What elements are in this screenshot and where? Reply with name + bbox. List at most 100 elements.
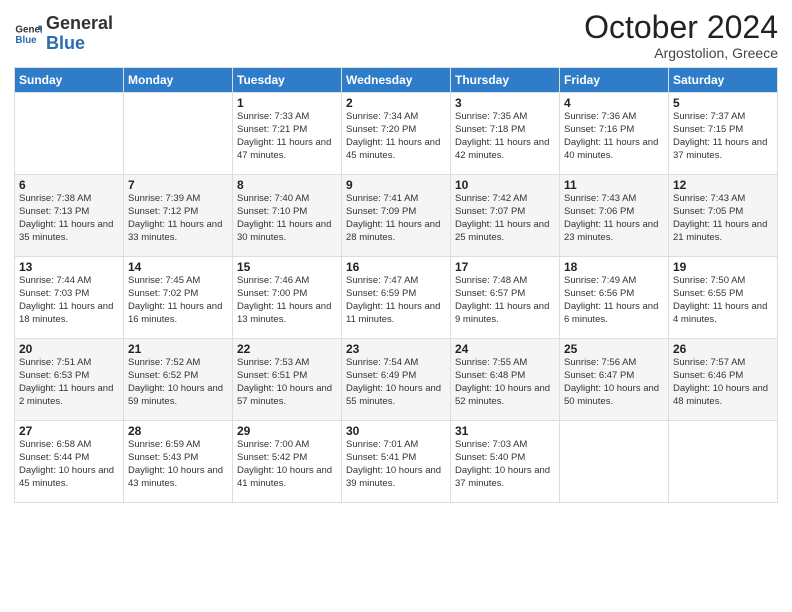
header-saturday: Saturday xyxy=(669,68,778,93)
month-title: October 2024 xyxy=(584,10,778,45)
day-info: Sunrise: 7:55 AM Sunset: 6:48 PM Dayligh… xyxy=(455,357,555,408)
header: General Blue General Blue October 2024 A… xyxy=(14,10,778,61)
calendar-cell: 13Sunrise: 7:44 AM Sunset: 7:03 PM Dayli… xyxy=(15,257,124,339)
title-block: October 2024 Argostolion, Greece xyxy=(584,10,778,61)
day-info: Sunrise: 7:41 AM Sunset: 7:09 PM Dayligh… xyxy=(346,193,446,244)
day-number: 21 xyxy=(128,342,228,356)
calendar-cell: 9Sunrise: 7:41 AM Sunset: 7:09 PM Daylig… xyxy=(342,175,451,257)
header-sunday: Sunday xyxy=(15,68,124,93)
header-wednesday: Wednesday xyxy=(342,68,451,93)
day-number: 30 xyxy=(346,424,446,438)
calendar-cell: 15Sunrise: 7:46 AM Sunset: 7:00 PM Dayli… xyxy=(233,257,342,339)
calendar-cell xyxy=(669,421,778,503)
calendar-cell: 18Sunrise: 7:49 AM Sunset: 6:56 PM Dayli… xyxy=(560,257,669,339)
day-number: 20 xyxy=(19,342,119,356)
day-number: 9 xyxy=(346,178,446,192)
day-info: Sunrise: 7:33 AM Sunset: 7:21 PM Dayligh… xyxy=(237,111,337,162)
day-info: Sunrise: 7:48 AM Sunset: 6:57 PM Dayligh… xyxy=(455,275,555,326)
day-info: Sunrise: 7:42 AM Sunset: 7:07 PM Dayligh… xyxy=(455,193,555,244)
day-info: Sunrise: 7:46 AM Sunset: 7:00 PM Dayligh… xyxy=(237,275,337,326)
day-info: Sunrise: 7:38 AM Sunset: 7:13 PM Dayligh… xyxy=(19,193,119,244)
day-number: 23 xyxy=(346,342,446,356)
calendar-cell: 24Sunrise: 7:55 AM Sunset: 6:48 PM Dayli… xyxy=(451,339,560,421)
day-info: Sunrise: 7:54 AM Sunset: 6:49 PM Dayligh… xyxy=(346,357,446,408)
day-number: 29 xyxy=(237,424,337,438)
day-number: 24 xyxy=(455,342,555,356)
calendar-cell: 11Sunrise: 7:43 AM Sunset: 7:06 PM Dayli… xyxy=(560,175,669,257)
day-info: Sunrise: 7:00 AM Sunset: 5:42 PM Dayligh… xyxy=(237,439,337,490)
day-info: Sunrise: 7:36 AM Sunset: 7:16 PM Dayligh… xyxy=(564,111,664,162)
day-info: Sunrise: 7:03 AM Sunset: 5:40 PM Dayligh… xyxy=(455,439,555,490)
logo-icon: General Blue xyxy=(14,20,42,48)
day-number: 14 xyxy=(128,260,228,274)
calendar-cell: 23Sunrise: 7:54 AM Sunset: 6:49 PM Dayli… xyxy=(342,339,451,421)
calendar-week-4: 27Sunrise: 6:58 AM Sunset: 5:44 PM Dayli… xyxy=(15,421,778,503)
calendar-week-1: 6Sunrise: 7:38 AM Sunset: 7:13 PM Daylig… xyxy=(15,175,778,257)
calendar-cell: 22Sunrise: 7:53 AM Sunset: 6:51 PM Dayli… xyxy=(233,339,342,421)
logo-text: General Blue xyxy=(46,14,113,54)
header-monday: Monday xyxy=(124,68,233,93)
day-info: Sunrise: 7:37 AM Sunset: 7:15 PM Dayligh… xyxy=(673,111,773,162)
day-info: Sunrise: 7:44 AM Sunset: 7:03 PM Dayligh… xyxy=(19,275,119,326)
day-number: 12 xyxy=(673,178,773,192)
day-info: Sunrise: 7:34 AM Sunset: 7:20 PM Dayligh… xyxy=(346,111,446,162)
location-subtitle: Argostolion, Greece xyxy=(584,45,778,61)
day-number: 6 xyxy=(19,178,119,192)
day-info: Sunrise: 7:56 AM Sunset: 6:47 PM Dayligh… xyxy=(564,357,664,408)
day-info: Sunrise: 7:53 AM Sunset: 6:51 PM Dayligh… xyxy=(237,357,337,408)
calendar-week-3: 20Sunrise: 7:51 AM Sunset: 6:53 PM Dayli… xyxy=(15,339,778,421)
day-number: 31 xyxy=(455,424,555,438)
day-number: 25 xyxy=(564,342,664,356)
svg-text:General: General xyxy=(15,24,42,35)
page: General Blue General Blue October 2024 A… xyxy=(0,0,792,612)
svg-text:Blue: Blue xyxy=(15,35,37,46)
day-number: 26 xyxy=(673,342,773,356)
calendar-cell: 25Sunrise: 7:56 AM Sunset: 6:47 PM Dayli… xyxy=(560,339,669,421)
logo: General Blue General Blue xyxy=(14,14,113,54)
day-number: 3 xyxy=(455,96,555,110)
day-info: Sunrise: 7:43 AM Sunset: 7:05 PM Dayligh… xyxy=(673,193,773,244)
calendar-cell: 7Sunrise: 7:39 AM Sunset: 7:12 PM Daylig… xyxy=(124,175,233,257)
calendar-cell: 17Sunrise: 7:48 AM Sunset: 6:57 PM Dayli… xyxy=(451,257,560,339)
day-info: Sunrise: 6:58 AM Sunset: 5:44 PM Dayligh… xyxy=(19,439,119,490)
day-number: 17 xyxy=(455,260,555,274)
logo-general: General xyxy=(46,13,113,33)
day-number: 19 xyxy=(673,260,773,274)
day-info: Sunrise: 7:51 AM Sunset: 6:53 PM Dayligh… xyxy=(19,357,119,408)
day-info: Sunrise: 7:49 AM Sunset: 6:56 PM Dayligh… xyxy=(564,275,664,326)
calendar-cell xyxy=(15,93,124,175)
day-number: 22 xyxy=(237,342,337,356)
day-number: 5 xyxy=(673,96,773,110)
day-info: Sunrise: 7:35 AM Sunset: 7:18 PM Dayligh… xyxy=(455,111,555,162)
day-info: Sunrise: 7:43 AM Sunset: 7:06 PM Dayligh… xyxy=(564,193,664,244)
calendar-cell: 28Sunrise: 6:59 AM Sunset: 5:43 PM Dayli… xyxy=(124,421,233,503)
weekday-header-row: Sunday Monday Tuesday Wednesday Thursday… xyxy=(15,68,778,93)
day-number: 16 xyxy=(346,260,446,274)
day-info: Sunrise: 7:57 AM Sunset: 6:46 PM Dayligh… xyxy=(673,357,773,408)
day-info: Sunrise: 7:01 AM Sunset: 5:41 PM Dayligh… xyxy=(346,439,446,490)
day-number: 13 xyxy=(19,260,119,274)
calendar-table: Sunday Monday Tuesday Wednesday Thursday… xyxy=(14,67,778,503)
day-info: Sunrise: 6:59 AM Sunset: 5:43 PM Dayligh… xyxy=(128,439,228,490)
calendar-cell: 12Sunrise: 7:43 AM Sunset: 7:05 PM Dayli… xyxy=(669,175,778,257)
header-friday: Friday xyxy=(560,68,669,93)
calendar-cell: 20Sunrise: 7:51 AM Sunset: 6:53 PM Dayli… xyxy=(15,339,124,421)
day-number: 18 xyxy=(564,260,664,274)
calendar-week-2: 13Sunrise: 7:44 AM Sunset: 7:03 PM Dayli… xyxy=(15,257,778,339)
day-info: Sunrise: 7:50 AM Sunset: 6:55 PM Dayligh… xyxy=(673,275,773,326)
day-info: Sunrise: 7:47 AM Sunset: 6:59 PM Dayligh… xyxy=(346,275,446,326)
calendar-cell: 19Sunrise: 7:50 AM Sunset: 6:55 PM Dayli… xyxy=(669,257,778,339)
day-info: Sunrise: 7:45 AM Sunset: 7:02 PM Dayligh… xyxy=(128,275,228,326)
calendar-cell xyxy=(124,93,233,175)
calendar-cell: 16Sunrise: 7:47 AM Sunset: 6:59 PM Dayli… xyxy=(342,257,451,339)
header-tuesday: Tuesday xyxy=(233,68,342,93)
calendar-cell: 14Sunrise: 7:45 AM Sunset: 7:02 PM Dayli… xyxy=(124,257,233,339)
calendar-cell: 27Sunrise: 6:58 AM Sunset: 5:44 PM Dayli… xyxy=(15,421,124,503)
day-number: 11 xyxy=(564,178,664,192)
day-number: 7 xyxy=(128,178,228,192)
calendar-cell: 5Sunrise: 7:37 AM Sunset: 7:15 PM Daylig… xyxy=(669,93,778,175)
day-number: 8 xyxy=(237,178,337,192)
day-number: 4 xyxy=(564,96,664,110)
day-number: 27 xyxy=(19,424,119,438)
calendar-cell: 21Sunrise: 7:52 AM Sunset: 6:52 PM Dayli… xyxy=(124,339,233,421)
